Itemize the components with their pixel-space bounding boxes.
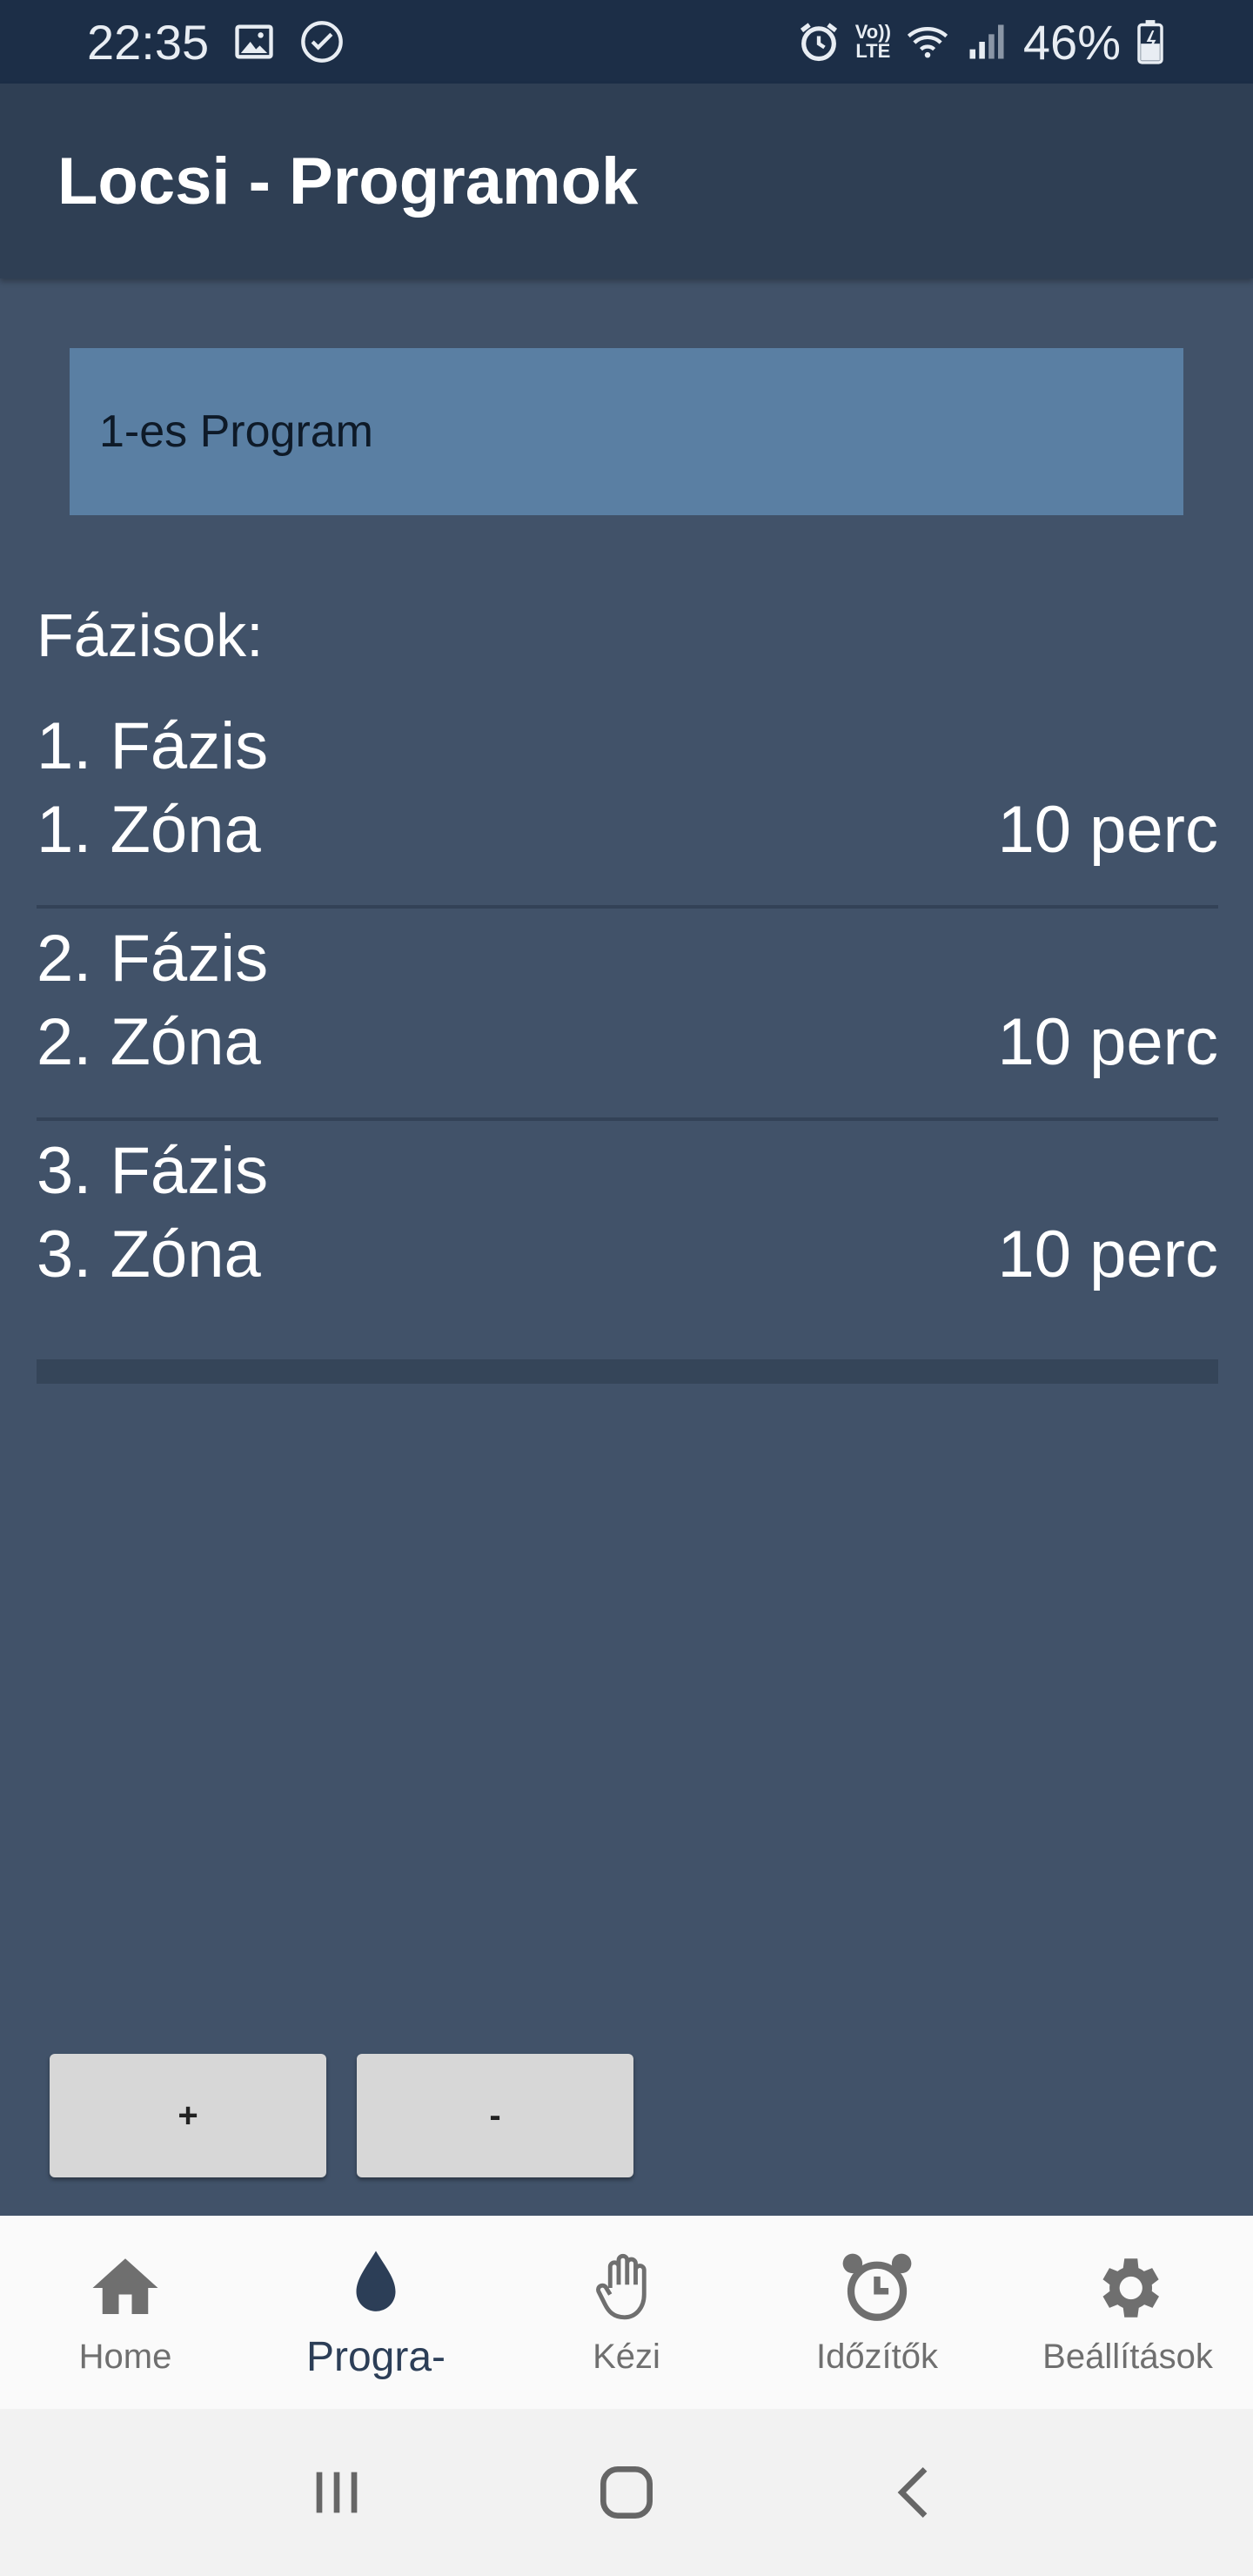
signal-icon [964,19,1009,64]
phase-list-item[interactable]: 3. Fázis 3. Zóna 10 perc [37,1121,1218,1333]
phase-label: 2. Fázis [37,922,269,996]
duration-label: 10 perc [997,1218,1219,1291]
program-selector[interactable]: 1-es Program [70,348,1183,515]
system-navigation-bar [0,2409,1253,2576]
volte-indicator: Vo)) LTE [854,21,891,62]
duration-label: 10 perc [997,1005,1219,1079]
status-time: 22:35 [87,14,210,70]
phase-label: 1. Fázis [37,709,269,783]
phase-list-item[interactable]: 2. Fázis 2. Zóna 10 perc [37,909,1218,1121]
page-title: Locsi - Programok [57,144,639,218]
gear-icon [1089,2249,1167,2327]
zone-label: 3. Zóna [37,1218,261,1291]
nav-item-home[interactable]: Home [0,2216,251,2409]
nav-item-manual[interactable]: Kézi [501,2216,752,2409]
nav-label: Progra- [305,2333,446,2380]
check-circle-icon [299,19,345,64]
wifi-icon [905,19,950,64]
remove-phase-button[interactable]: - [357,2054,633,2177]
recent-apps-icon[interactable] [302,2458,372,2527]
nav-item-settings[interactable]: Beállítások [1002,2216,1253,2409]
program-selector-value: 1-es Program [99,406,373,457]
battery-percentage: 46% [1022,14,1121,70]
bottom-navigation: Home Progra- Kézi Időzítők Beállítások [0,2216,1253,2409]
nav-label: Kézi [593,2337,660,2376]
home-button-icon[interactable] [592,2458,661,2527]
nav-item-timers[interactable]: Időzítők [752,2216,1002,2409]
image-notification-icon [231,19,277,64]
status-bar: 22:35 Vo)) LTE 46% [0,0,1253,84]
nav-item-programs[interactable]: Progra- [251,2216,501,2409]
app-bar: Locsi - Programok [0,84,1253,278]
zone-label: 1. Zóna [37,793,261,867]
zone-label: 2. Zóna [37,1005,261,1079]
water-drop-icon [337,2244,415,2323]
back-icon[interactable] [881,2458,951,2527]
nav-label: Időzítők [815,2337,939,2376]
nav-label: Home [78,2337,172,2376]
phase-list-item[interactable]: 1. Fázis 1. Zóna 10 perc [37,696,1218,909]
phase-label: 3. Fázis [37,1134,269,1208]
phases-heading: Fázisok: [37,601,264,669]
home-icon [86,2249,164,2327]
alarm-icon [796,19,841,64]
battery-charging-icon [1135,19,1166,64]
nav-label: Beállítások [1042,2337,1213,2376]
hand-icon [587,2249,666,2327]
duration-label: 10 perc [997,793,1219,867]
list-footer-divider [37,1359,1218,1384]
phase-list: 1. Fázis 1. Zóna 10 perc 2. Fázis 2. Zón… [37,696,1218,1384]
alarm-clock-icon [838,2249,916,2327]
add-phase-button[interactable]: + [50,2054,326,2177]
